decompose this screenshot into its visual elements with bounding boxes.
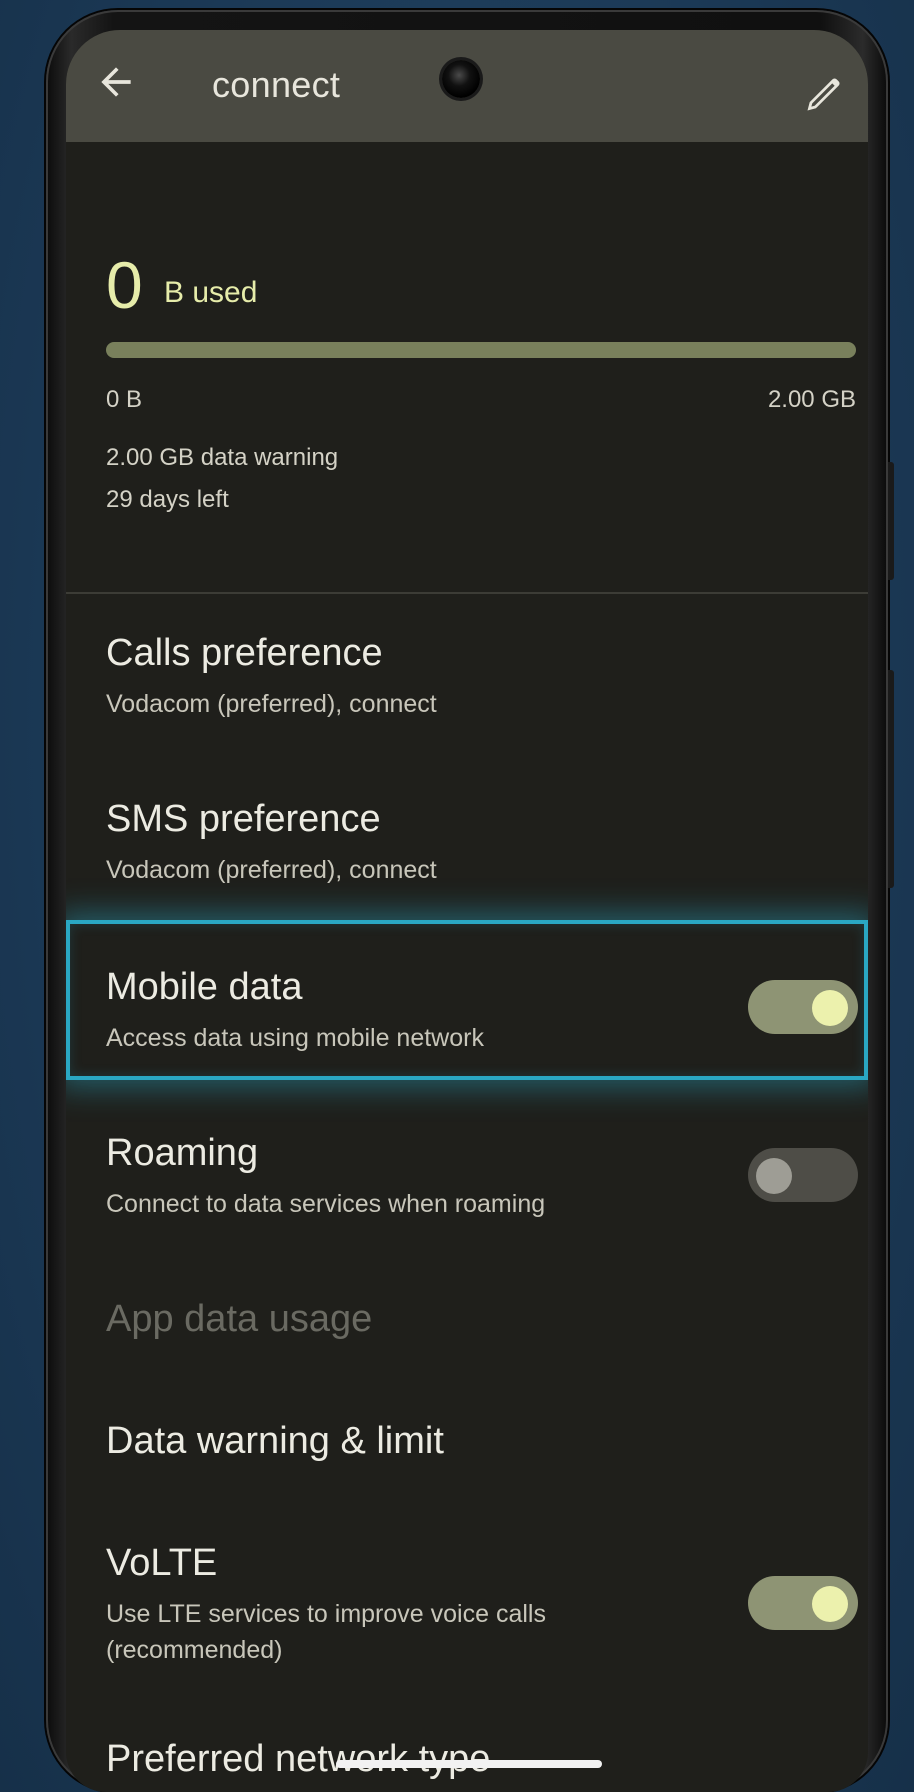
toggle-knob xyxy=(756,1158,792,1194)
front-camera xyxy=(442,60,480,98)
home-indicator[interactable] xyxy=(336,1760,602,1768)
pencil-edit-icon[interactable] xyxy=(802,72,846,116)
mobile-data-toggle[interactable] xyxy=(748,980,858,1034)
roaming-subtitle: Connect to data services when roaming xyxy=(106,1190,546,1218)
volte-subtitle-line2: (recommended) xyxy=(106,1636,283,1664)
volte-subtitle-line1: Use LTE services to improve voice calls xyxy=(106,1600,546,1628)
toggle-knob xyxy=(812,990,848,1026)
mobile-data-title: Mobile data xyxy=(106,966,303,1008)
calls-preference-subtitle: Vodacom (preferred), connect xyxy=(106,690,437,718)
sms-preference-title: SMS preference xyxy=(106,798,381,840)
screen: connect 0 B used 0 B 2.00 GB 2.00 GB dat… xyxy=(66,30,868,1792)
volume-button xyxy=(888,670,894,888)
divider xyxy=(66,592,868,594)
phone-frame: connect 0 B used 0 B 2.00 GB 2.00 GB dat… xyxy=(46,10,894,1792)
usage-scale-max: 2.00 GB xyxy=(767,386,856,413)
toggle-knob xyxy=(812,1586,848,1622)
page-title: connect xyxy=(212,64,341,105)
roaming-toggle[interactable] xyxy=(748,1148,858,1202)
power-button xyxy=(888,462,894,580)
data-used-unit: B used xyxy=(164,276,258,309)
data-usage-bar xyxy=(106,342,856,358)
data-used-amount: 0 xyxy=(106,248,143,322)
roaming-title: Roaming xyxy=(106,1132,259,1174)
calls-preference-title: Calls preference xyxy=(106,632,383,674)
volte-title: VoLTE xyxy=(106,1542,218,1584)
arrow-back-icon[interactable] xyxy=(94,60,138,104)
sms-preference-subtitle: Vodacom (preferred), connect xyxy=(106,856,437,884)
volte-toggle[interactable] xyxy=(748,1576,858,1630)
data-warning-limit-item[interactable]: Data warning & limit xyxy=(106,1420,444,1463)
data-warning-text: 2.00 GB data warning xyxy=(106,444,339,471)
usage-scale-min: 0 B xyxy=(106,386,143,413)
days-left-text: 29 days left xyxy=(106,486,229,513)
app-data-usage-item: App data usage xyxy=(106,1298,373,1340)
mobile-data-subtitle: Access data using mobile network xyxy=(106,1024,484,1052)
top-app-bar: connect xyxy=(66,30,868,142)
